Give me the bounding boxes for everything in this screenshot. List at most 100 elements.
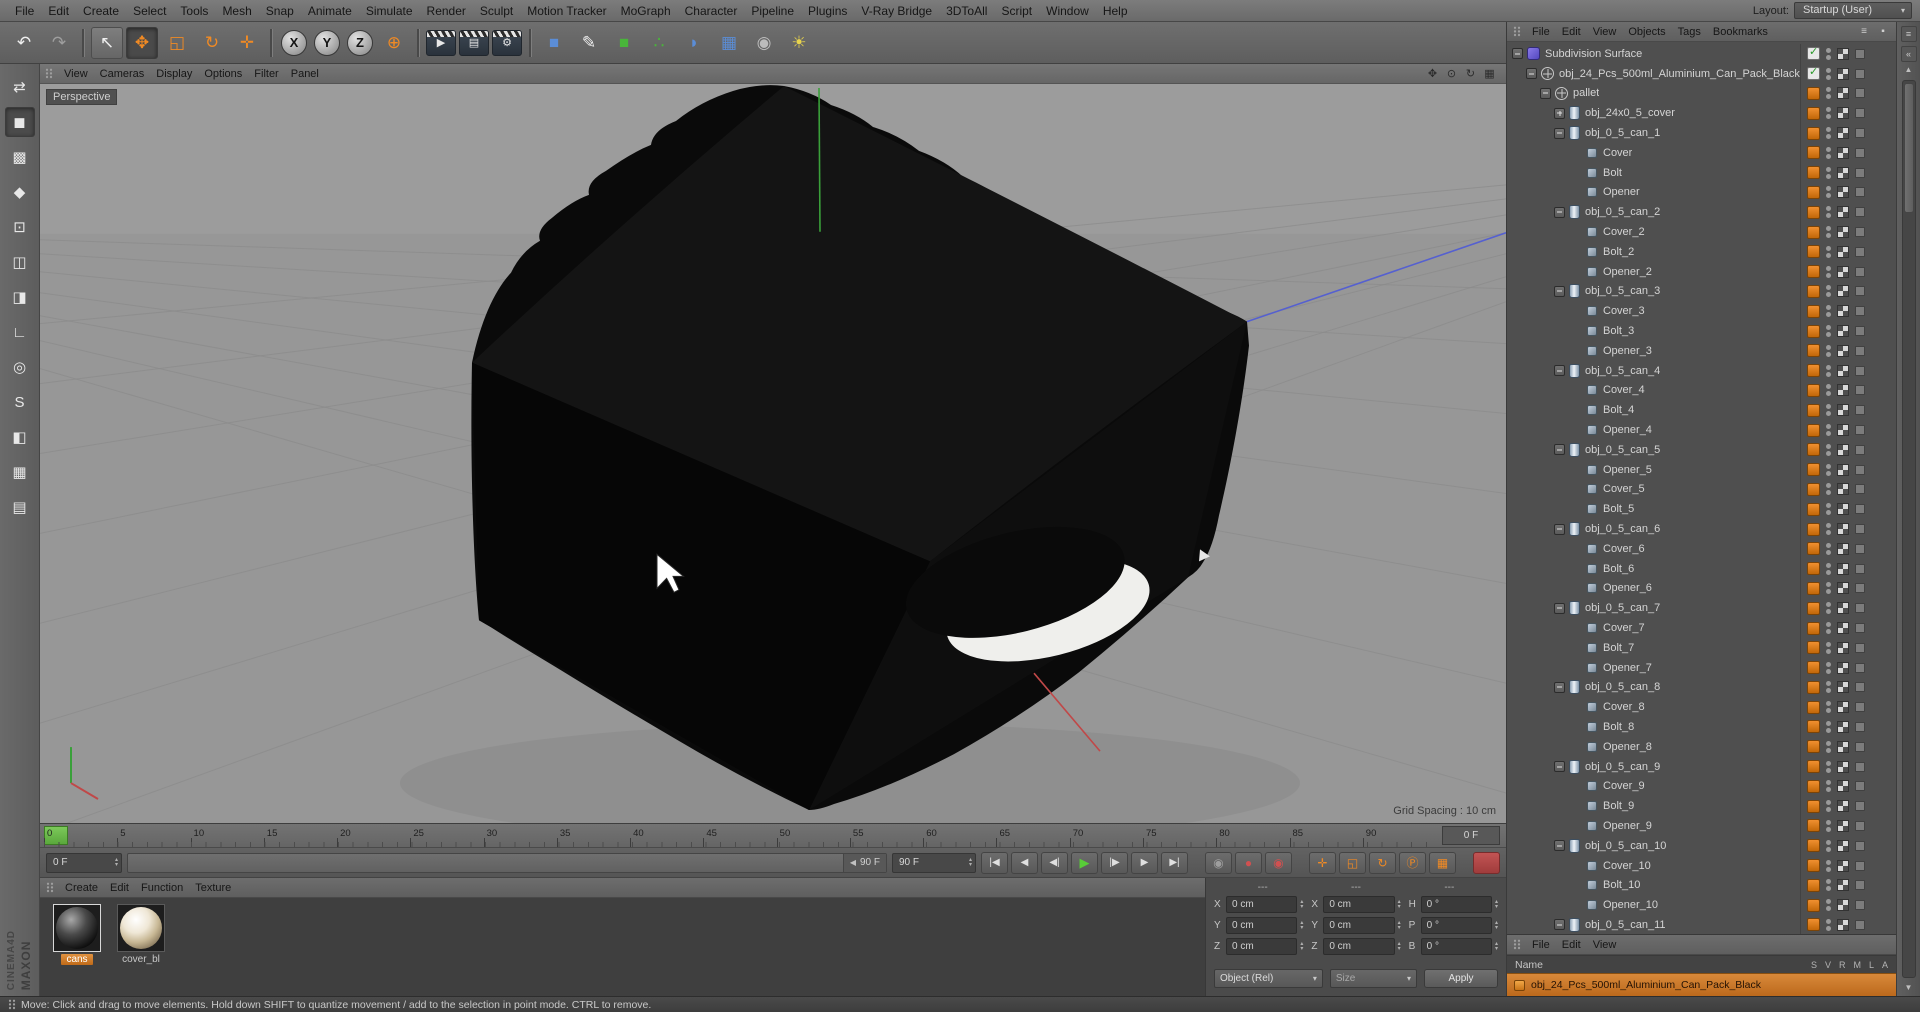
make-editable-button[interactable]: ⇄ — [5, 72, 35, 102]
visibility-dots-icon[interactable] — [1826, 503, 1831, 516]
display-tag-icon[interactable] — [1837, 226, 1849, 239]
menu-item[interactable]: Plugins — [801, 2, 854, 20]
render-tag-icon[interactable] — [1855, 820, 1865, 831]
object-icon[interactable] — [1569, 917, 1580, 932]
panel-grip[interactable] — [1513, 939, 1521, 950]
expander-icon[interactable] — [1554, 365, 1565, 377]
end-frame-field[interactable]: 90 F ▴ ▾ — [892, 852, 976, 873]
visibility-dots-icon[interactable] — [1826, 661, 1831, 674]
display-tag-icon[interactable] — [1837, 404, 1849, 417]
tree-row[interactable]: Opener_10 — [1507, 895, 1896, 916]
display-tag-icon[interactable] — [1837, 285, 1849, 298]
material-tag-icon[interactable] — [1807, 45, 1820, 61]
column-header[interactable]: A — [1882, 960, 1888, 970]
viewport-menu-item[interactable]: View — [58, 67, 94, 81]
range-end-handle[interactable]: ◀ 90 F — [842, 853, 886, 872]
play-button[interactable]: ▶ — [1071, 851, 1098, 874]
layer-panel-menu-item[interactable]: Edit — [1556, 938, 1587, 952]
visibility-dots-icon[interactable] — [1826, 206, 1831, 219]
render-tag-icon[interactable] — [1855, 286, 1865, 297]
expander-icon[interactable] — [1570, 464, 1581, 475]
visibility-dots-icon[interactable] — [1826, 542, 1831, 555]
material-tag-icon[interactable] — [1807, 601, 1820, 615]
column-header[interactable]: L — [1869, 960, 1874, 970]
material-tag-icon[interactable] — [1807, 383, 1820, 397]
render-tag-icon[interactable] — [1855, 682, 1865, 693]
display-tag-icon[interactable] — [1837, 265, 1849, 278]
tree-row[interactable]: obj_0_5_can_8 — [1507, 677, 1896, 698]
visibility-dots-icon[interactable] — [1826, 582, 1831, 595]
object-icon[interactable] — [1587, 425, 1597, 436]
display-tag-icon[interactable] — [1837, 661, 1849, 674]
object-icon[interactable] — [1587, 741, 1597, 752]
menu-item[interactable]: Mesh — [215, 2, 258, 20]
z-axis-lock-button[interactable]: Z — [347, 29, 373, 56]
display-tag-icon[interactable] — [1837, 701, 1849, 714]
material-tag-icon[interactable] — [1807, 65, 1820, 81]
expander-icon[interactable] — [1570, 623, 1581, 634]
spinner-arrows-icon[interactable]: ▴ ▾ — [1495, 941, 1498, 952]
object-icon[interactable] — [1587, 167, 1597, 178]
render-tag-icon[interactable] — [1855, 385, 1865, 396]
expander-icon[interactable] — [1570, 147, 1581, 158]
render-tag-icon[interactable] — [1855, 108, 1865, 119]
viewport-menu-item[interactable]: Display — [150, 67, 198, 81]
object-icon[interactable] — [1587, 721, 1597, 732]
scroll-up-icon[interactable]: ▲ — [1905, 66, 1913, 74]
expander-icon[interactable] — [1570, 702, 1581, 713]
render-tag-icon[interactable] — [1855, 48, 1865, 59]
expander-icon[interactable] — [1554, 761, 1565, 773]
spinner-arrows-icon[interactable]: ▴ ▾ — [1398, 899, 1401, 910]
display-tag-icon[interactable] — [1837, 602, 1849, 615]
render-tag-icon[interactable] — [1855, 781, 1865, 792]
render-tag-icon[interactable] — [1855, 583, 1865, 594]
object-icon[interactable] — [1587, 623, 1597, 633]
visibility-dots-icon[interactable] — [1826, 166, 1831, 179]
visibility-dots-icon[interactable] — [1826, 681, 1831, 694]
tree-row[interactable]: obj_24x0_5_cover — [1507, 103, 1896, 124]
menu-item[interactable]: Simulate — [359, 2, 420, 20]
tree-row[interactable]: Bolt_4 — [1507, 400, 1896, 421]
render-tag-icon[interactable] — [1855, 88, 1865, 99]
visibility-dots-icon[interactable] — [1826, 404, 1831, 417]
viewport-menu-item[interactable]: Cameras — [94, 67, 151, 81]
display-tag-icon[interactable] — [1837, 542, 1849, 555]
material-tag-icon[interactable] — [1807, 245, 1820, 259]
tree-row[interactable]: Bolt_6 — [1507, 558, 1896, 579]
visibility-dots-icon[interactable] — [1826, 305, 1831, 318]
material-tag-icon[interactable] — [1807, 839, 1820, 853]
timeline-ruler[interactable]: 0 5 10 15 20 25 30 35 40 45 50 55 60 65 70 75 80 85 90 0 F — [40, 824, 1506, 848]
object-icon[interactable] — [1555, 86, 1568, 100]
points-mode-button[interactable]: ⊡ — [5, 212, 35, 242]
rotation-b-field[interactable]: 0 ° — [1420, 938, 1492, 955]
material-tag-icon[interactable] — [1807, 482, 1820, 496]
menu-item[interactable]: Tools — [173, 2, 215, 20]
object-icon[interactable] — [1587, 405, 1597, 416]
expander-icon[interactable] — [1512, 48, 1523, 60]
render-tag-icon[interactable] — [1855, 761, 1865, 772]
tree-row[interactable]: Subdivision Surface — [1507, 44, 1896, 64]
lock-workplane-button[interactable]: ▦ — [5, 457, 35, 487]
object-icon[interactable] — [1527, 47, 1540, 61]
render-tag-icon[interactable] — [1855, 266, 1865, 277]
render-tag-icon[interactable] — [1855, 444, 1865, 455]
render-tag-icon[interactable] — [1855, 880, 1865, 891]
visibility-dots-icon[interactable] — [1826, 285, 1831, 298]
tree-row[interactable]: Bolt_2 — [1507, 241, 1896, 262]
render-tag-icon[interactable] — [1855, 721, 1865, 732]
material-tag-icon[interactable] — [1807, 146, 1820, 160]
render-tag-icon[interactable] — [1855, 484, 1865, 495]
visibility-dots-icon[interactable] — [1826, 760, 1831, 773]
material-tag-icon[interactable] — [1807, 502, 1820, 516]
rotate-view-icon[interactable]: ↻ — [1463, 66, 1478, 81]
expander-icon[interactable] — [1554, 681, 1565, 693]
render-tag-icon[interactable] — [1855, 68, 1865, 79]
visibility-dots-icon[interactable] — [1826, 463, 1831, 476]
visibility-dots-icon[interactable] — [1826, 562, 1831, 575]
tree-row[interactable]: obj_24_Pcs_500ml_Aluminium_Can_Pack_Blac… — [1507, 63, 1896, 84]
menu-item[interactable]: Window — [1039, 2, 1096, 20]
object-icon[interactable] — [1587, 880, 1597, 891]
visibility-dots-icon[interactable] — [1826, 740, 1831, 753]
rotate-tool-button[interactable]: ↻ — [196, 27, 228, 59]
material-tag-icon[interactable] — [1807, 106, 1820, 120]
